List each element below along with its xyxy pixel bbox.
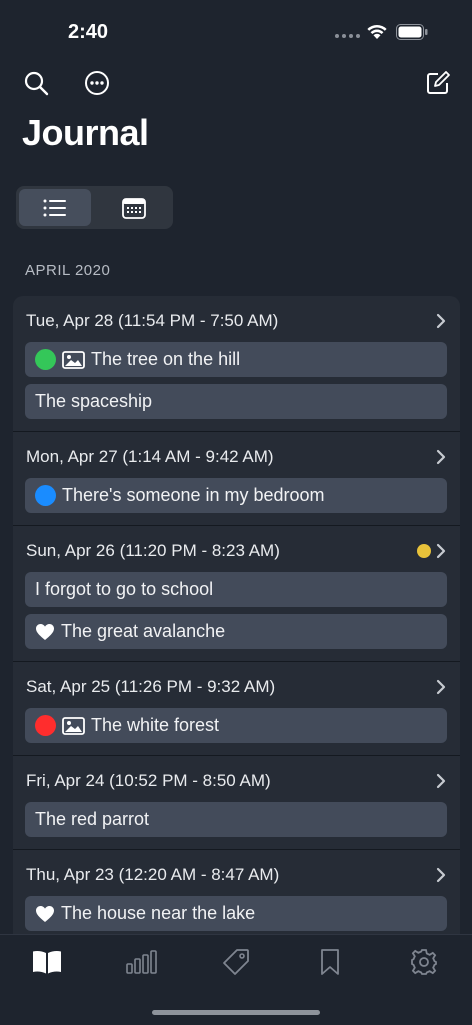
entry-date: Sat, Apr 25 (11:26 PM - 9:32 AM) bbox=[26, 677, 276, 696]
page-title: Journal bbox=[22, 112, 149, 153]
dream-item[interactable]: The tree on the hill bbox=[25, 342, 447, 377]
list-view-button[interactable] bbox=[19, 189, 91, 226]
journal-icon bbox=[33, 951, 61, 974]
entry-header: Sat, Apr 25 (11:26 PM - 9:32 AM) bbox=[25, 675, 447, 699]
status-time: 2:40 bbox=[68, 21, 109, 43]
image-icon bbox=[62, 716, 85, 735]
more-button[interactable] bbox=[80, 66, 114, 100]
more-icon bbox=[85, 71, 109, 95]
dream-title: The white forest bbox=[91, 715, 220, 735]
dream-title: The tree on the hill bbox=[91, 349, 241, 369]
search-icon bbox=[24, 71, 49, 96]
dream-title: There's someone in my bedroom bbox=[62, 485, 325, 505]
home-indicator bbox=[152, 1010, 320, 1015]
tab-settings[interactable] bbox=[404, 947, 444, 977]
view-toggle bbox=[16, 186, 173, 229]
status-bar: 2:40 bbox=[0, 0, 472, 60]
calendar-icon bbox=[122, 197, 146, 219]
tab-bookmarks[interactable] bbox=[310, 947, 350, 977]
stats-icon bbox=[126, 950, 157, 974]
entry-list: Tue, Apr 28 (11:54 PM - 7:50 AM) The tree… bbox=[13, 296, 460, 934]
chevron-right-icon bbox=[436, 313, 446, 329]
dream-item[interactable]: The spaceship bbox=[25, 384, 447, 419]
chevron-right[interactable] bbox=[435, 543, 447, 559]
entry-date: Tue, Apr 28 (11:54 PM - 7:50 AM) bbox=[26, 311, 279, 330]
dream-item[interactable]: The red parrot bbox=[25, 802, 447, 837]
heart-icon bbox=[36, 623, 54, 640]
color-dot-icon bbox=[35, 485, 56, 506]
entry-row[interactable]: Thu, Apr 23 (12:20 AM - 8:47 AM) The hous… bbox=[13, 850, 460, 934]
entry-row[interactable]: Sat, Apr 25 (11:26 PM - 9:32 AM) The whit… bbox=[13, 662, 460, 756]
dream-item[interactable]: The white forest bbox=[25, 708, 447, 743]
calendar-view-button[interactable] bbox=[98, 189, 170, 226]
chevron-right[interactable] bbox=[435, 679, 447, 695]
dream-title: The red parrot bbox=[35, 809, 150, 829]
color-dot-icon bbox=[35, 349, 56, 370]
dream-title: The house near the lake bbox=[61, 903, 256, 923]
entry-date: Sun, Apr 26 (11:20 PM - 8:23 AM) bbox=[26, 541, 280, 560]
heart-icon bbox=[36, 905, 54, 922]
dream-item[interactable]: There's someone in my bedroom bbox=[25, 478, 447, 513]
entry-header: Mon, Apr 27 (1:14 AM - 9:42 AM) bbox=[25, 445, 447, 469]
tags-icon bbox=[223, 949, 249, 975]
entry-header: Tue, Apr 28 (11:54 PM - 7:50 AM) bbox=[25, 309, 447, 333]
chevron-right-icon bbox=[436, 543, 446, 559]
list-icon bbox=[43, 199, 66, 216]
entry-header: Fri, Apr 24 (10:52 PM - 8:50 AM) bbox=[25, 769, 447, 793]
entry-row[interactable]: Tue, Apr 28 (11:54 PM - 7:50 AM) The tree… bbox=[13, 296, 460, 432]
search-button[interactable] bbox=[19, 66, 53, 100]
entry-header: Sun, Apr 26 (11:20 PM - 8:23 AM) bbox=[25, 539, 447, 563]
bookmarks-icon bbox=[321, 949, 339, 975]
color-dot-icon bbox=[35, 715, 56, 736]
chevron-right-icon bbox=[436, 679, 446, 695]
compose-icon bbox=[427, 71, 450, 94]
image-icon-wrap bbox=[62, 350, 85, 369]
image-icon-wrap bbox=[62, 716, 85, 735]
chevron-right[interactable] bbox=[435, 449, 447, 465]
tab-journal[interactable] bbox=[27, 947, 67, 977]
compose-button[interactable] bbox=[421, 66, 455, 100]
wifi-icon bbox=[367, 24, 387, 39]
image-icon bbox=[62, 350, 85, 369]
dream-title: The great avalanche bbox=[61, 621, 226, 641]
chevron-right-icon bbox=[436, 449, 446, 465]
cellular-icon bbox=[335, 34, 360, 38]
entry-date: Mon, Apr 27 (1:14 AM - 9:42 AM) bbox=[26, 447, 274, 466]
entry-date: Fri, Apr 24 (10:52 PM - 8:50 AM) bbox=[26, 771, 271, 790]
dream-item[interactable]: The house near the lake bbox=[25, 896, 447, 931]
chevron-right-icon bbox=[436, 867, 446, 883]
entry-row[interactable]: Sun, Apr 26 (11:20 PM - 8:23 AM) I forgot… bbox=[13, 526, 460, 662]
chevron-right[interactable] bbox=[435, 867, 447, 883]
entry-row[interactable]: Fri, Apr 24 (10:52 PM - 8:50 AM) The red … bbox=[13, 756, 460, 850]
dream-item[interactable]: I forgot to go to school bbox=[25, 572, 447, 607]
chevron-right[interactable] bbox=[435, 773, 447, 789]
dream-item[interactable]: The great avalanche bbox=[25, 614, 447, 649]
entry-date: Thu, Apr 23 (12:20 AM - 8:47 AM) bbox=[26, 865, 280, 884]
tab-tags[interactable] bbox=[216, 947, 256, 977]
settings-icon bbox=[411, 949, 437, 975]
flag-dot-icon bbox=[417, 544, 431, 558]
tab-stats[interactable] bbox=[122, 947, 162, 977]
heart-icon-wrap bbox=[35, 623, 55, 641]
entry-header: Thu, Apr 23 (12:20 AM - 8:47 AM) bbox=[25, 863, 447, 887]
chevron-right-icon bbox=[436, 773, 446, 789]
toolbar bbox=[0, 66, 472, 102]
heart-icon-wrap bbox=[35, 905, 55, 923]
section-header: APRIL 2020 bbox=[25, 262, 111, 279]
entry-row[interactable]: Mon, Apr 27 (1:14 AM - 9:42 AM) There's s… bbox=[13, 432, 460, 526]
dream-title: The spaceship bbox=[35, 391, 153, 411]
battery-icon bbox=[396, 24, 428, 40]
dream-title: I forgot to go to school bbox=[35, 579, 214, 599]
chevron-right[interactable] bbox=[435, 313, 447, 329]
